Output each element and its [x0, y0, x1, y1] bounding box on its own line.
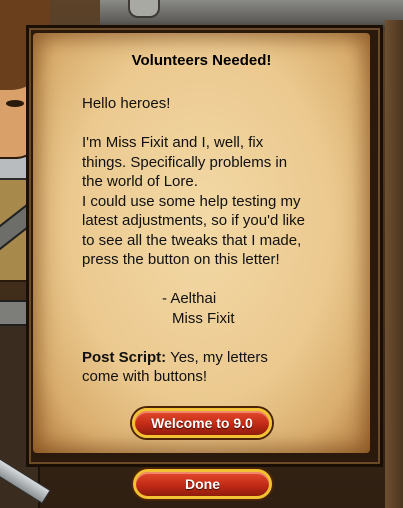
letter-line: I'm Miss Fixit and I, well, fix — [82, 134, 264, 151]
letter-signoff-author: - Aelthai — [162, 290, 217, 307]
metal-bolt — [128, 0, 160, 18]
letter-greeting: Hello heroes! — [82, 95, 171, 112]
character-eye — [6, 100, 24, 107]
letter-line: press the button on this letter! — [82, 251, 280, 268]
letter-title: Volunteers Needed! — [131, 52, 272, 69]
letter-line: I could use some help testing my — [82, 192, 301, 210]
welcome-button[interactable]: Welcome to 9.0 — [132, 408, 272, 438]
letter-line: things. Specifically problems in — [82, 153, 288, 171]
letter-line: the world of Lore. — [82, 173, 198, 190]
letter-signoff-title: Miss Fixit — [172, 309, 235, 327]
wooden-post — [385, 20, 403, 508]
done-button[interactable]: Done — [133, 469, 272, 499]
letter-post-script: Post Script: Yes, my letters — [82, 348, 362, 368]
letter-post-script-line2: come with buttons! — [82, 368, 208, 385]
letter-line: to see all the tweaks that I made, — [82, 231, 302, 249]
letter-body: Hello heroes! I'm Miss Fixit and I, well… — [82, 94, 362, 387]
post-script-label: Post Script: — [82, 348, 167, 366]
letter-line: latest adjustments, so if you'd like — [82, 212, 305, 229]
post-script-text: Yes, my letters — [166, 348, 268, 366]
